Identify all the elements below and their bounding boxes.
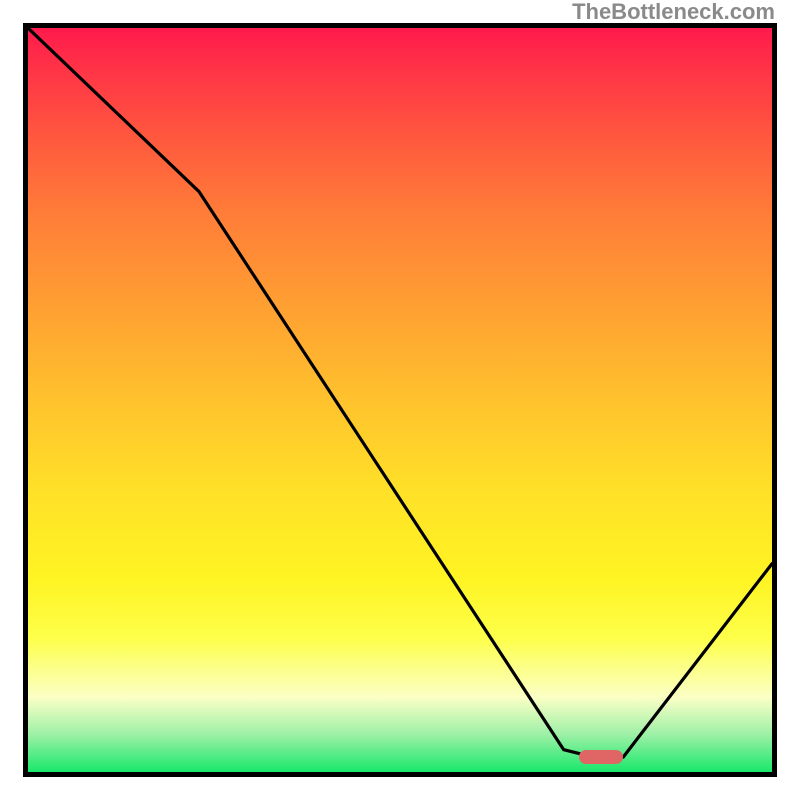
chart-frame	[23, 23, 777, 777]
bottleneck-curve	[28, 28, 772, 772]
optimum-marker	[579, 750, 624, 764]
watermark-text: TheBottleneck.com	[572, 0, 775, 25]
